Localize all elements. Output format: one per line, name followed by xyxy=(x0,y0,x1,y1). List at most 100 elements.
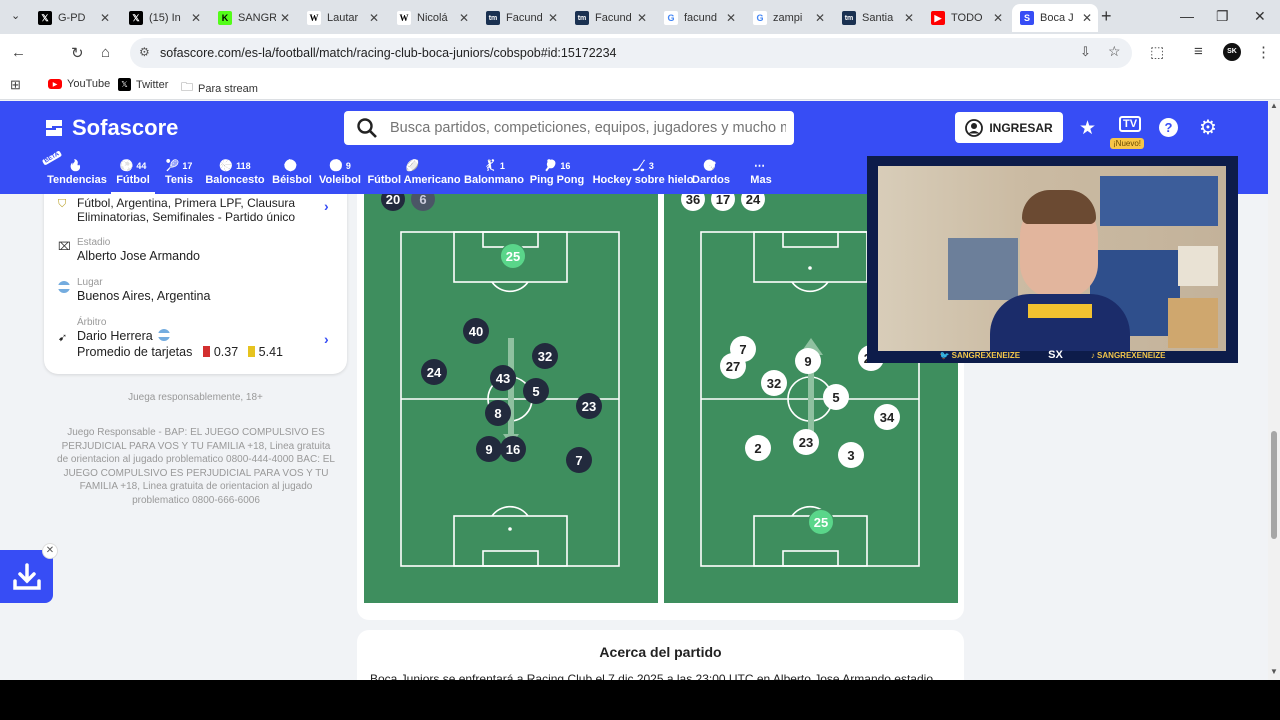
browser-tab[interactable]: 𝕏 G-PD ✕ xyxy=(30,4,116,32)
apps-grid-icon[interactable]: ⊞ xyxy=(10,77,21,93)
sofascore-logo[interactable]: Sofascore xyxy=(44,115,178,141)
close-window-icon[interactable]: ✕ xyxy=(1254,8,1266,25)
close-tab-icon[interactable]: ✕ xyxy=(815,11,825,25)
close-tab-icon[interactable]: ✕ xyxy=(191,11,201,25)
browser-tab[interactable]: ▶ TODO ✕ xyxy=(923,4,1009,32)
close-tab-icon[interactable]: ✕ xyxy=(369,11,379,25)
sport-tab[interactable]: BETA 🔥 Tendencias xyxy=(41,150,110,194)
bookmark-folder-para-stream[interactable]: 🗀 Para stream xyxy=(181,78,258,99)
player-badge[interactable]: 2 xyxy=(745,435,771,461)
minimize-icon[interactable]: — xyxy=(1180,8,1194,24)
help-icon[interactable]: ? xyxy=(1159,118,1178,137)
profile-avatar[interactable]: SK xyxy=(1223,43,1241,61)
bookmark-youtube[interactable]: ▶ YouTube xyxy=(48,78,110,90)
close-tab-icon[interactable]: ✕ xyxy=(1082,11,1092,25)
browser-tab[interactable]: tm Facund ✕ xyxy=(567,4,653,32)
player-badge[interactable]: 40 xyxy=(463,318,489,344)
restore-icon[interactable]: ❐ xyxy=(1216,8,1229,25)
new-tab-button[interactable]: + xyxy=(1101,6,1112,27)
player-badge[interactable]: 34 xyxy=(874,404,900,430)
close-tab-icon[interactable]: ✕ xyxy=(100,11,110,25)
scrollbar-thumb[interactable] xyxy=(1271,431,1277,539)
bookmark-twitter[interactable]: 𝕏 Twitter xyxy=(118,78,168,91)
close-tab-icon[interactable]: ✕ xyxy=(280,11,290,25)
player-badge[interactable]: 8 xyxy=(485,400,511,426)
back-icon[interactable]: ← xyxy=(11,44,26,61)
tournament-info[interactable]: ⛉ Fútbol, Argentina, Primera LPF, Clausu… xyxy=(58,196,317,224)
sport-tab[interactable]: ⚾ Béisbol xyxy=(270,157,314,194)
player-badge[interactable]: 25 xyxy=(808,509,834,535)
tab-title: SANGR xyxy=(238,12,276,24)
tab-search-chevron-icon[interactable]: ⌄ xyxy=(11,9,20,22)
browser-tab[interactable]: W Nicolá ✕ xyxy=(389,4,475,32)
favorites-star-icon[interactable]: ★ xyxy=(1079,117,1096,140)
browser-tab[interactable]: Gzampi ✕ xyxy=(745,4,831,32)
tab-title: Santia xyxy=(862,12,894,24)
tournament-chevron-icon[interactable]: › xyxy=(324,198,329,214)
referee-chevron-icon[interactable]: › xyxy=(324,331,329,347)
close-tab-icon[interactable]: ✕ xyxy=(548,11,558,25)
browser-tab[interactable]: Gfacund ✕ xyxy=(656,4,742,32)
player-badge[interactable]: 5 xyxy=(523,378,549,404)
close-tab-icon[interactable]: ✕ xyxy=(637,11,647,25)
close-tab-icon[interactable]: ✕ xyxy=(459,11,469,25)
player-badge[interactable]: 25 xyxy=(500,243,526,269)
address-bar[interactable]: ⚙ sofascore.com/es-la/football/match/rac… xyxy=(130,38,1132,68)
browser-tab[interactable]: tm Facund ✕ xyxy=(478,4,564,32)
browser-tab[interactable]: tm Santia ✕ xyxy=(834,4,920,32)
browser-tab[interactable]: 𝕏 (15) In ✕ xyxy=(121,4,207,32)
close-tab-icon[interactable]: ✕ xyxy=(993,11,1003,25)
player-badge[interactable]: 32 xyxy=(532,343,558,369)
settings-gear-icon[interactable]: ⚙ xyxy=(1199,115,1217,140)
sport-tab[interactable]: 🎾 17 Tenis xyxy=(160,157,198,194)
page-scrollbar[interactable]: ▲ ▼ xyxy=(1268,101,1280,680)
close-tab-icon[interactable]: ✕ xyxy=(726,11,736,25)
sport-tab[interactable]: 🏐 9 Voleibol xyxy=(316,157,364,194)
player-badge[interactable]: 27 xyxy=(720,353,746,379)
close-download-button[interactable]: ✕ xyxy=(42,543,58,559)
player-badge[interactable]: 9 xyxy=(476,436,502,462)
argentina-flag-icon xyxy=(58,281,70,293)
stadium-info: ⌧ Estadio Alberto Jose Armando xyxy=(58,237,200,263)
player-badge[interactable]: 16 xyxy=(500,436,526,462)
install-app-icon[interactable]: ⇩ xyxy=(1080,44,1091,60)
player-badge[interactable]: 24 xyxy=(421,359,447,385)
player-badge[interactable]: 5 xyxy=(823,384,849,410)
bookmark-label: Para stream xyxy=(198,82,258,95)
player-badge[interactable]: 23 xyxy=(793,429,819,455)
sport-tab[interactable]: 🏒 3 Hockey sobre hielo xyxy=(589,157,697,194)
sport-tab[interactable]: ⋯ Mas xyxy=(744,157,778,194)
sport-tab[interactable]: 🎯 Dardos xyxy=(690,157,732,194)
tv-icon[interactable]: TV xyxy=(1119,116,1142,132)
sport-tab[interactable]: 🏓 16 Ping Pong xyxy=(529,157,585,194)
reload-icon[interactable]: ↻ xyxy=(71,44,84,62)
scroll-down-arrow-icon[interactable]: ▼ xyxy=(1270,667,1278,676)
browser-tab[interactable]: K SANGR ✕ xyxy=(210,4,296,32)
player-badge[interactable]: 43 xyxy=(490,365,516,391)
player-badge[interactable]: 9 xyxy=(795,348,821,374)
player-badge[interactable]: 7 xyxy=(566,447,592,473)
referee-info[interactable]: ➹ Árbitro Dario Herrera Promedio de tarj… xyxy=(58,317,283,359)
scroll-up-arrow-icon[interactable]: ▲ xyxy=(1270,101,1278,110)
bookmark-star-icon[interactable]: ☆ xyxy=(1108,43,1121,60)
extensions-icon[interactable]: ⬚ xyxy=(1150,43,1164,61)
sport-tab[interactable]: 🏀 118 Baloncesto xyxy=(202,157,268,194)
browser-menu-icon[interactable]: ⋮ xyxy=(1256,43,1271,61)
close-tab-icon[interactable]: ✕ xyxy=(904,11,914,25)
home-icon[interactable]: ⌂ xyxy=(101,44,110,61)
search-box[interactable] xyxy=(344,111,794,145)
player-badge[interactable]: 3 xyxy=(838,442,864,468)
google-icon: G xyxy=(753,11,767,25)
player-badge[interactable]: 23 xyxy=(576,393,602,419)
search-input[interactable] xyxy=(390,117,786,139)
login-button[interactable]: INGRESAR xyxy=(955,112,1063,143)
player-badge[interactable]: 32 xyxy=(761,370,787,396)
sport-tab[interactable]: ⚽ 44 Fútbol xyxy=(111,157,155,194)
browser-tab[interactable]: S Boca J ✕ xyxy=(1012,4,1098,32)
youtube-icon: ▶ xyxy=(931,11,945,25)
browser-tab[interactable]: W Lautar ✕ xyxy=(299,4,385,32)
site-info-icon[interactable]: ⚙ xyxy=(139,45,150,59)
media-controls-icon[interactable]: ≡ xyxy=(1194,43,1203,60)
sport-tab[interactable]: 🤾 1 Balonmano xyxy=(464,157,524,194)
sport-tab[interactable]: 🏈 Fútbol Americano xyxy=(366,157,462,194)
